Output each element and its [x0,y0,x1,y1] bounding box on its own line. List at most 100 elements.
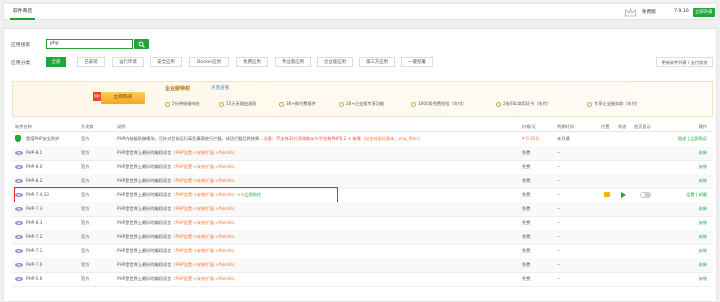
enterprise-link[interactable]: 点我查看 [211,85,229,91]
price: 免费 [522,262,531,267]
category-all[interactable]: 全部 [46,57,66,67]
feature-icon [587,101,592,107]
description: PHP是世界上最好的编程语言（PHP设置->安装扩展->fileinfo） [117,150,237,156]
software-name: PHP-8.2 [26,178,43,183]
action-link[interactable]: 安装 [699,164,707,170]
feature-icon [219,101,224,107]
description-text: PHP是世界上最好的编程语言 [117,150,172,155]
action-link[interactable]: 描述 | 立即购买 [678,136,707,142]
highlight-box [14,187,338,203]
edition-label: 免费版 [642,10,656,15]
action-link[interactable]: 安装 [699,248,707,254]
action-link[interactable]: 安装 [699,234,707,240]
action-link[interactable]: 安装 [699,276,707,282]
description-note: （仅支持部分版本，php_filter） [360,136,423,141]
search-button[interactable] [134,39,149,49]
description-tip: （PHP设置->安装扩展->fileinfo） [171,262,238,267]
php-icon [15,151,23,155]
expire-time: -- [557,220,561,225]
table-row: PHP-8.1 官方 PHP是世界上最好的编程语言（PHP设置->安装扩展->fil… [12,146,713,161]
category-installed[interactable]: 已安装 [77,57,105,67]
description-tip: （PHP设置->安装扩展->fileinfo） [171,276,238,281]
category-pro[interactable]: 专业版应用 [275,57,311,67]
description: PHP是世界上最好的编程语言（PHP设置->安装扩展->fileinfo） [117,220,237,226]
price: 免费 [522,178,531,183]
description-tip: （PHP设置->安装扩展->fileinfo） [171,234,238,239]
col-location: 位置 [601,124,610,129]
php-icon [15,249,23,253]
description-tip: （PHP设置->安装扩展->fileinfo） [171,248,238,253]
description: PHP是世界上最好的编程语言（PHP设置->安装扩展->fileinfo） [117,178,237,184]
action-link[interactable]: 安装 [699,206,707,212]
feature-icon [339,101,344,107]
shield-icon [15,135,21,142]
description-text: PHP是世界上最好的编程语言 [117,248,172,253]
feature-item: 15天无理由退款 [219,101,256,107]
feature-item: 20+企业版专享功能 [339,101,384,107]
description: PHP是世界上最好的编程语言（PHP设置->安装扩展->fileinfo） [117,234,237,240]
table-row: PHP-7.1 官方 PHP是世界上最好的编程语言（PHP设置->安装扩展->fil… [12,244,713,259]
feature-label: 30+款付费插件 [286,101,316,106]
price: 免费 [522,192,531,197]
developer: 官方 [81,248,90,253]
play-icon[interactable] [621,192,626,198]
search-icon [138,41,145,48]
developer: 官方 [81,220,90,225]
col-name: 软件名称 [15,124,32,129]
homepage-toggle[interactable] [640,192,651,198]
feature-icon [279,101,284,107]
feature-icon [165,101,170,107]
expire-time: -- [557,276,561,281]
expire-time: -- [557,150,561,155]
search-input[interactable]: php [46,39,133,49]
developer: 官方 [81,262,90,267]
category-free[interactable]: 免费应用 [236,57,268,67]
action-link[interactable]: 安装 [699,220,707,226]
action-link[interactable]: 安装 [699,150,707,156]
expire-time: -- [557,164,561,169]
buy-now-button[interactable]: 立即购买 [101,92,145,104]
feature-icon [496,101,501,107]
php-icon [15,235,23,239]
category-one-click[interactable]: 一键部署 [401,57,433,67]
description: PHP是世界上最好的编程语言（PHP设置->安装扩展->fileinfo） [117,248,237,254]
category-docker[interactable]: Docker应用 [189,57,229,67]
description-tip: （PHP设置->安装扩展->fileinfo） [171,206,238,211]
description: PHP是世界上最好的编程语言（PHP设置->安装扩展->fileinfo） [117,206,237,212]
price: 免费 [522,206,531,211]
action-link[interactable]: 设置 | 卸载 [686,192,707,198]
table-row: 堡塔PHP安全防护 官方 PHP内核级防御模块，可针对目前运行高危漏洞进行拦截，成功… [12,132,713,147]
description-text: PHP是世界上最好的编程语言 [117,262,172,267]
folder-icon[interactable] [604,192,610,197]
table-row: PHP-7.3 官方 PHP是世界上最好的编程语言（PHP设置->安装扩展->fil… [12,202,713,217]
upgrade-button[interactable]: 立即升级 [693,8,715,17]
category-runtime[interactable]: 运行环境 [112,57,144,67]
description-tip: （PHP设置->安装扩展->fileinfo） [171,150,238,155]
feature-item: 1000条免费短信（年付） [411,101,466,107]
price: ¥ 0.35元 [522,136,540,141]
software-name: 堡塔PHP安全防护 [26,136,60,141]
col-expire: 到期时间 [557,124,574,129]
feature-label: 20+企业版专享功能 [346,101,385,106]
col-price: 价格/天 [522,124,536,129]
developer: 官方 [81,178,90,183]
action-link[interactable]: 安装 [699,262,707,268]
description-tip: （PHP设置->安装扩展->fileinfo） [171,220,238,225]
description-text: PHP是世界上最好的编程语言 [117,276,172,281]
category-security[interactable]: 安全应用 [150,57,182,67]
description-text: PHP是世界上最好的编程语言 [117,220,172,225]
developer: 官方 [81,206,90,211]
description: PHP是世界上最好的编程语言（PHP设置->安装扩展->fileinfo） [117,164,237,170]
feature-icon [411,101,416,107]
software-name: PHP-7.1 [26,248,43,253]
description-warning: 注意：不支持32位系统和arm平台和PHP5.2 + 新增 [263,136,361,141]
enterprise-banner: 限时 立即购买 企业版特权 点我查看 5分钟极速响应 15天无理由退款 30+款… [12,81,713,117]
update-list-button[interactable]: 更新软件列表 / 支付状态 [656,57,713,67]
tab-software-store[interactable]: 软件商店 [10,4,36,20]
table-row: PHP-8.3 官方 PHP是世界上最好的编程语言（PHP设置->安装扩展->fil… [12,216,713,231]
category-enterprise[interactable]: 企业版应用 [317,57,353,67]
category-third-party[interactable]: 第三方应用 [359,57,395,67]
software-name: PHP-8.0 [26,164,43,169]
action-link[interactable]: 安装 [699,178,707,184]
description-tip: （PHP设置->安装扩展->fileinfo） [171,178,238,183]
